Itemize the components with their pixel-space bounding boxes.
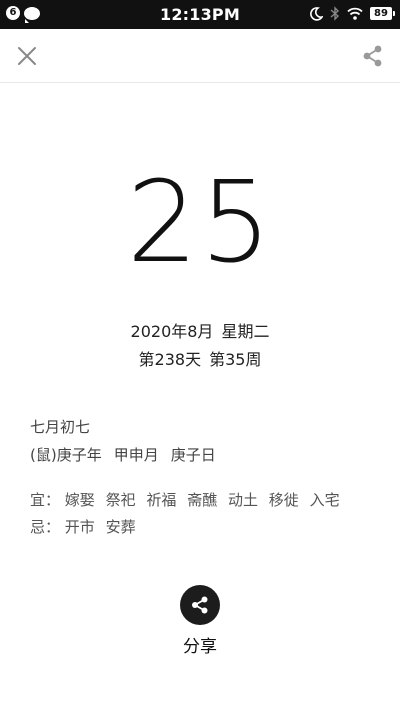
yi-item: 动土 bbox=[227, 491, 258, 509]
ji-item: 开市 bbox=[64, 518, 95, 536]
lunar-date: 七月初七 bbox=[30, 418, 91, 436]
top-bar bbox=[0, 29, 400, 83]
wifi-icon bbox=[347, 7, 363, 20]
week-of-year: 第35周 bbox=[209, 350, 262, 369]
day-week-line: 第238天 第35周 bbox=[0, 346, 400, 370]
day-number: 25 bbox=[126, 158, 274, 288]
ji-line: 忌： 开市 安葬 bbox=[30, 516, 136, 537]
battery-indicator: 89 bbox=[370, 7, 395, 20]
year-month: 2020年8月 bbox=[130, 322, 214, 341]
yi-item: 祭祀 bbox=[105, 491, 136, 509]
yi-item: 祈福 bbox=[146, 491, 177, 509]
share-icon bbox=[363, 45, 382, 67]
share-label[interactable]: 分享 bbox=[0, 632, 400, 657]
ganzhi-month: 甲申月 bbox=[113, 446, 159, 464]
day-of-year: 第238天 bbox=[138, 350, 202, 369]
yi-items: 嫁娶 祭祀 祈福 斋醮 动土 移徙 入宅 bbox=[65, 491, 340, 509]
close-icon bbox=[18, 47, 36, 65]
yi-label: 宜： bbox=[30, 491, 61, 509]
ji-items: 开市 安葬 bbox=[65, 518, 136, 536]
ji-label: 忌： bbox=[30, 518, 61, 536]
yi-line: 宜： 嫁娶 祭祀 祈福 斋醮 动土 移徙 入宅 bbox=[30, 489, 340, 510]
ganzhi-year: (鼠)庚子年 bbox=[30, 446, 102, 464]
ji-item: 安葬 bbox=[105, 518, 136, 536]
moon-icon bbox=[310, 6, 323, 21]
status-right-icons: 89 bbox=[309, 6, 395, 21]
yi-item: 移徙 bbox=[268, 491, 299, 509]
ganzhi-day: 庚子日 bbox=[170, 446, 216, 464]
yi-item: 斋醮 bbox=[187, 491, 218, 509]
yi-item: 嫁娶 bbox=[64, 491, 95, 509]
close-button[interactable] bbox=[14, 43, 40, 69]
share-icon bbox=[192, 596, 208, 614]
date-line: 2020年8月 星期二 bbox=[0, 318, 400, 342]
share-button[interactable] bbox=[180, 585, 220, 625]
share-button-top[interactable] bbox=[362, 44, 384, 68]
weekday: 星期二 bbox=[221, 322, 270, 341]
ganzhi-line: (鼠)庚子年 甲申月 庚子日 bbox=[30, 444, 216, 465]
status-bar: 6 12:13PM 89 bbox=[0, 0, 400, 29]
bluetooth-icon bbox=[330, 6, 340, 21]
yi-item: 入宅 bbox=[309, 491, 340, 509]
